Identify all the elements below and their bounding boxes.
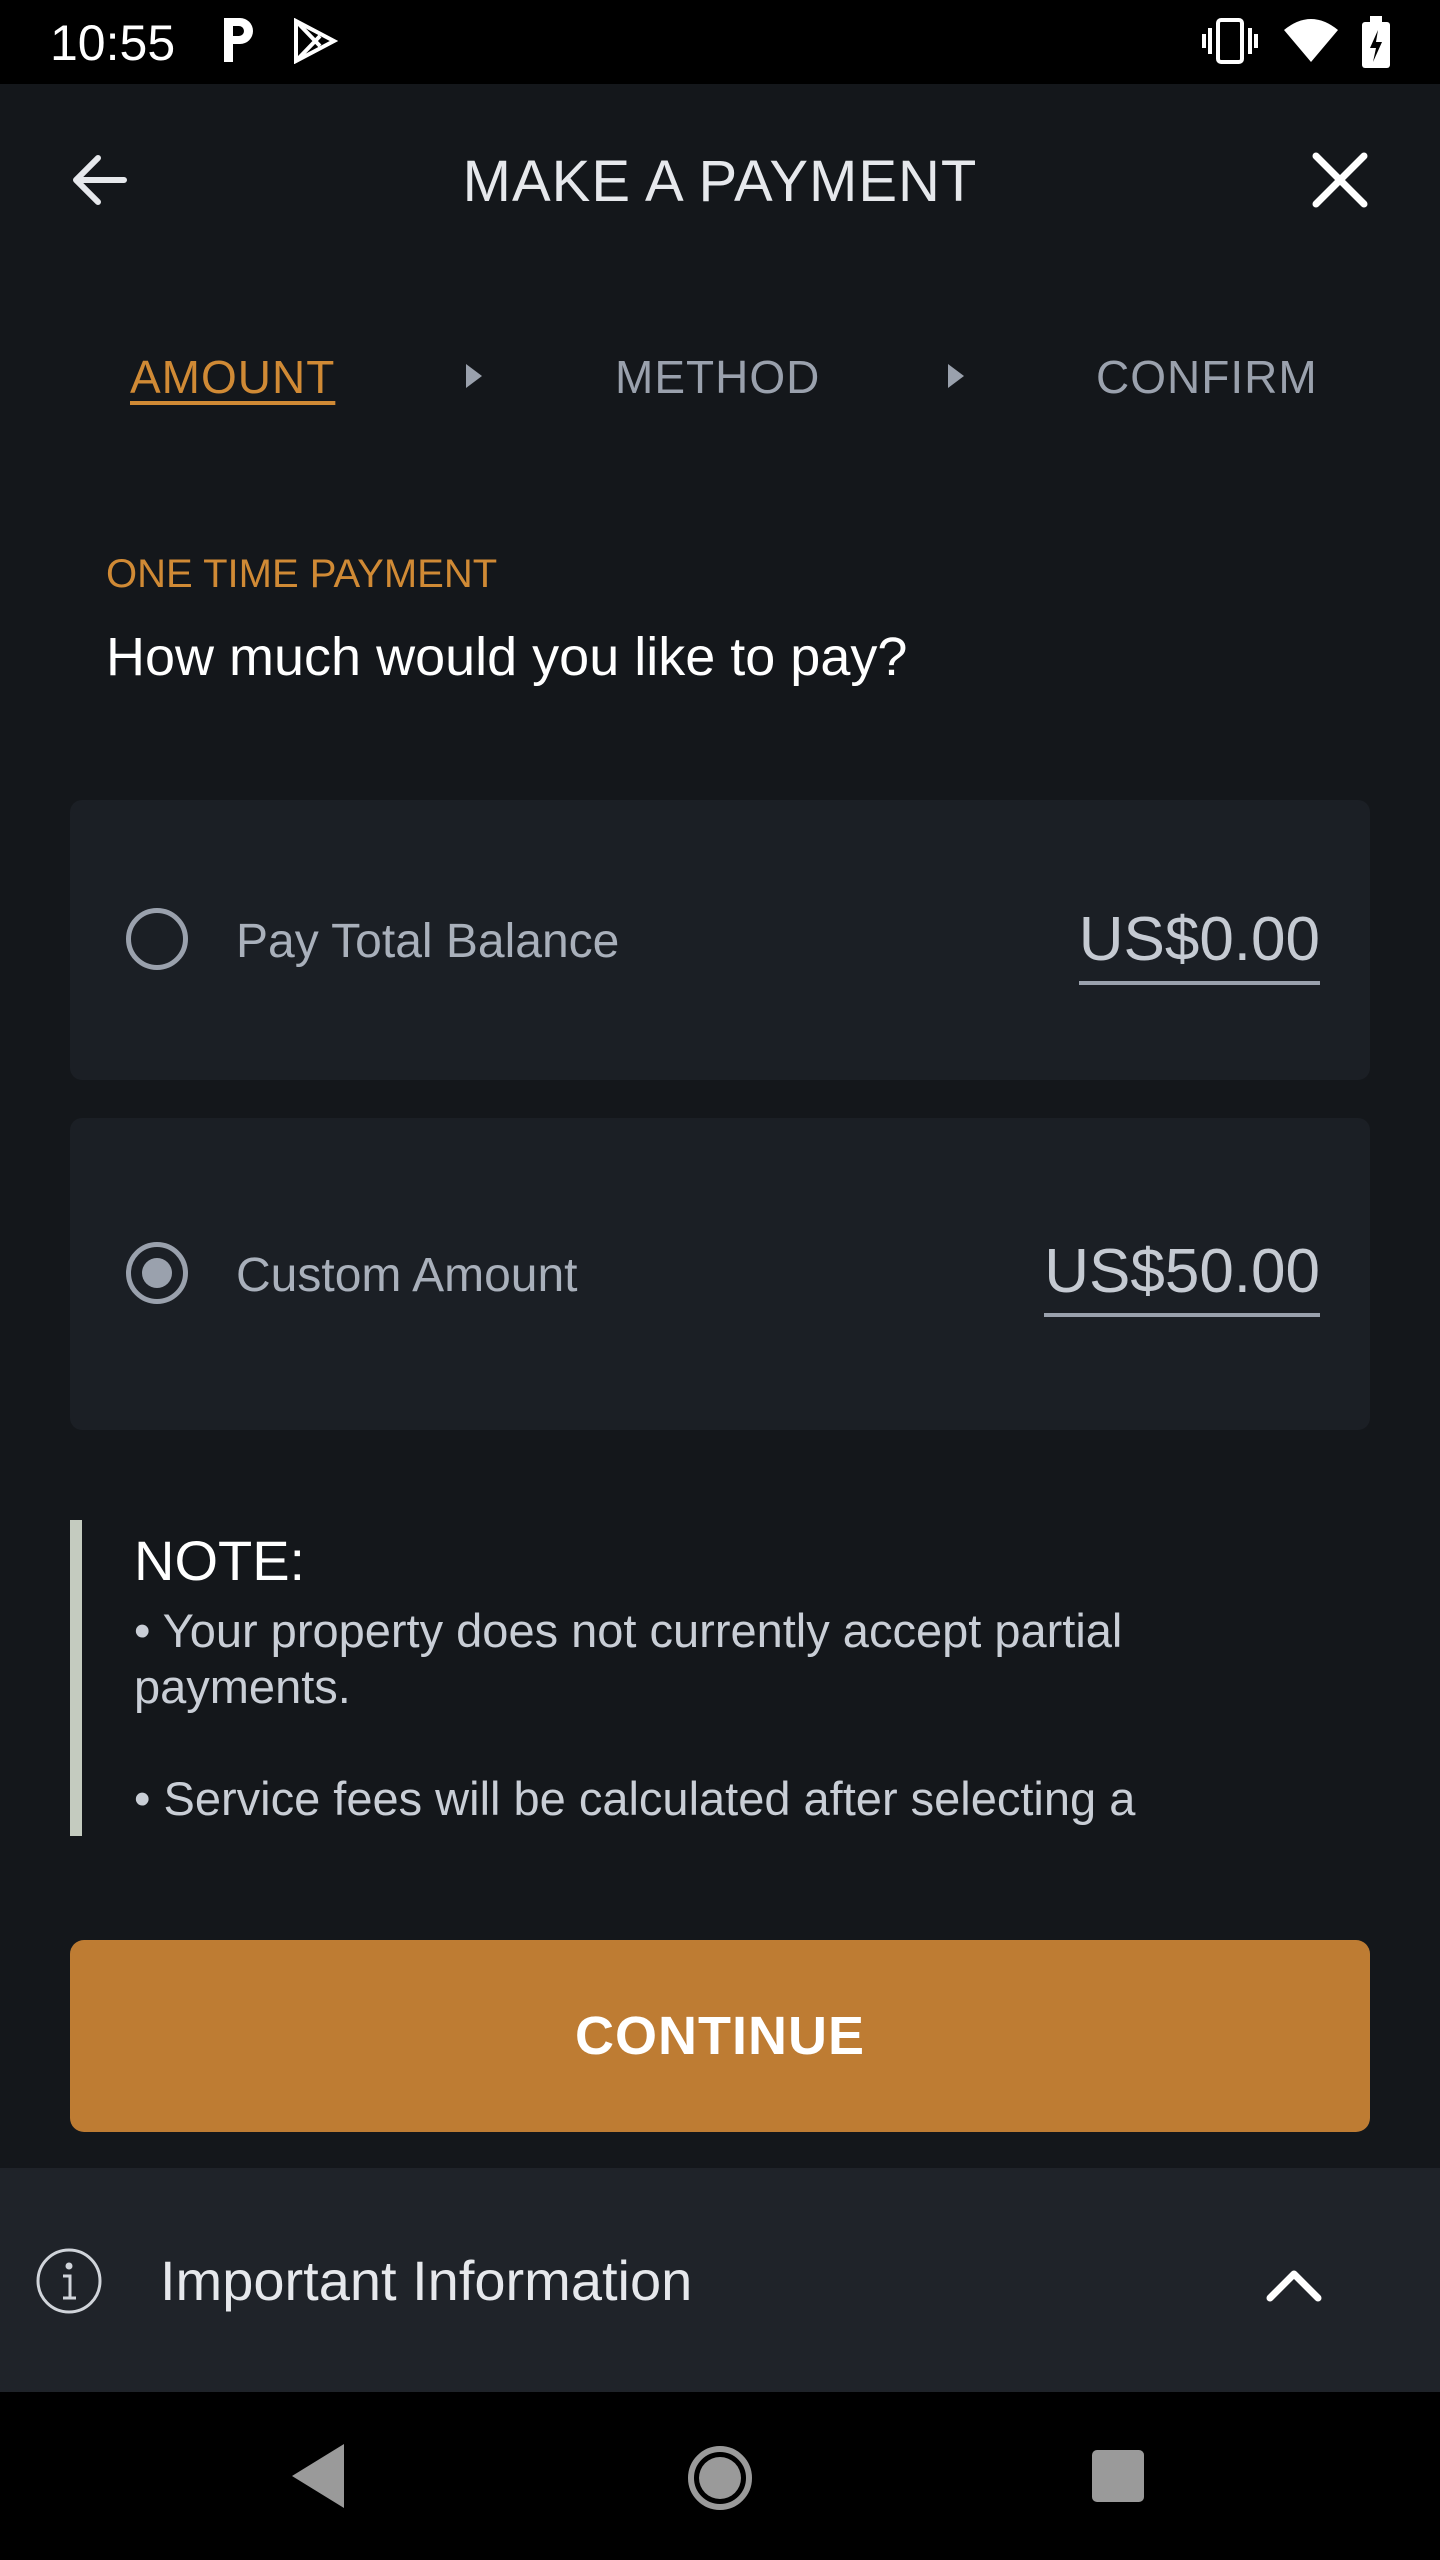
info-icon xyxy=(36,2248,102,2314)
important-info-label[interactable]: Important Information xyxy=(160,2248,692,2313)
vibrate-icon xyxy=(1202,18,1258,64)
note-line: • Service fees will be calculated after … xyxy=(134,1772,1136,1825)
option-label-custom-amount: Custom Amount xyxy=(236,1249,578,1302)
payment-type-label: ONE TIME PAYMENT xyxy=(106,552,498,596)
nav-back-icon[interactable] xyxy=(288,2440,348,2512)
close-button[interactable] xyxy=(1300,140,1380,220)
custom-amount-input[interactable]: US$50.00 xyxy=(1044,1236,1320,1317)
chevron-up-icon[interactable] xyxy=(1254,2248,1334,2318)
step-confirm[interactable]: CONFIRM xyxy=(1096,350,1318,404)
note-title: NOTE: xyxy=(134,1529,306,1592)
payment-question: How much would you like to pay? xyxy=(106,627,908,687)
parking-p-icon xyxy=(224,18,253,62)
radio-selected-dot xyxy=(142,1258,172,1288)
nav-home-icon[interactable] xyxy=(686,2444,754,2512)
radio-custom-amount[interactable] xyxy=(126,1242,188,1304)
page-title: MAKE A PAYMENT xyxy=(462,149,978,214)
continue-button[interactable]: CONTINUE xyxy=(70,1940,1370,2132)
total-balance-amount: US$0.00 xyxy=(1078,904,1320,985)
nav-recents-icon[interactable] xyxy=(1090,2448,1146,2504)
radio-total-balance[interactable] xyxy=(126,908,188,970)
step-arrow-icon xyxy=(948,364,964,388)
status-time: 10:55 xyxy=(50,15,176,71)
play-store-icon xyxy=(294,18,338,64)
step-arrow-icon xyxy=(466,364,482,388)
step-method[interactable]: METHOD xyxy=(615,350,820,404)
continue-label: CONTINUE xyxy=(575,2006,865,2066)
wifi-icon xyxy=(1284,19,1338,62)
note-accent-bar xyxy=(70,1520,82,1836)
close-icon xyxy=(1312,152,1368,208)
note-box: NOTE: • Your property does not currently… xyxy=(134,1520,1294,1836)
note-line: • Your property does not currently accep… xyxy=(134,1604,1123,1713)
option-label-total-balance: Pay Total Balance xyxy=(236,915,620,968)
battery-charging-icon xyxy=(1362,16,1390,68)
step-amount[interactable]: AMOUNT xyxy=(130,350,335,404)
